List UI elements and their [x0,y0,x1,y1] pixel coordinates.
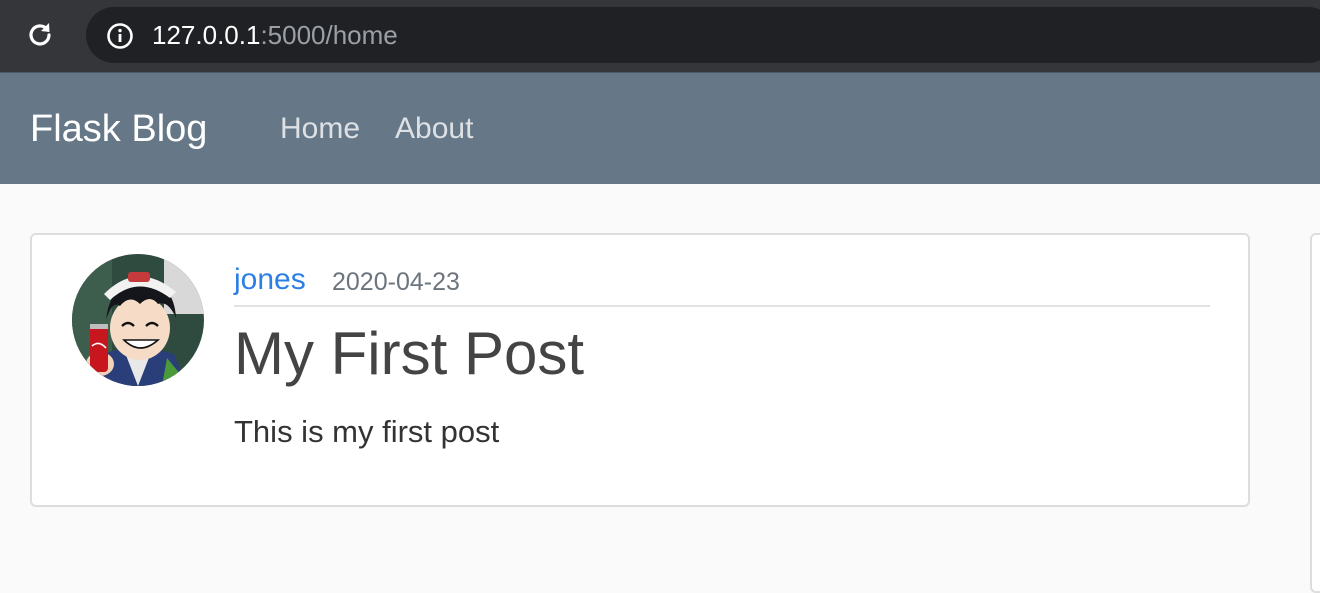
nav-link-about[interactable]: About [395,111,473,147]
reload-icon [29,23,51,46]
reload-button[interactable] [22,17,58,53]
author-link[interactable]: jones [234,262,306,298]
url-host: 127.0.0.1 [152,20,261,50]
post-title[interactable]: My First Post [234,319,584,389]
address-bar[interactable]: 127.0.0.1:5000/home [86,7,1320,63]
info-icon[interactable] [106,22,134,50]
post-date: 2020-04-23 [332,268,460,296]
url-text: 127.0.0.1:5000/home [152,21,398,49]
post-meta: jones 2020-04-23 [234,261,1210,307]
post-content: This is my first post [234,414,500,449]
avatar [72,254,204,386]
navbar-brand[interactable]: Flask Blog [30,107,207,151]
sidebar-card [1310,233,1320,593]
post-card: jones 2020-04-23 My First Post This is m… [30,233,1250,507]
nav-link-home[interactable]: Home [280,111,360,147]
site-navbar: Flask Blog Home About [0,72,1320,184]
browser-toolbar: 127.0.0.1:5000/home [0,0,1320,72]
avatar-image [72,254,204,386]
url-path: :5000/home [260,20,398,50]
